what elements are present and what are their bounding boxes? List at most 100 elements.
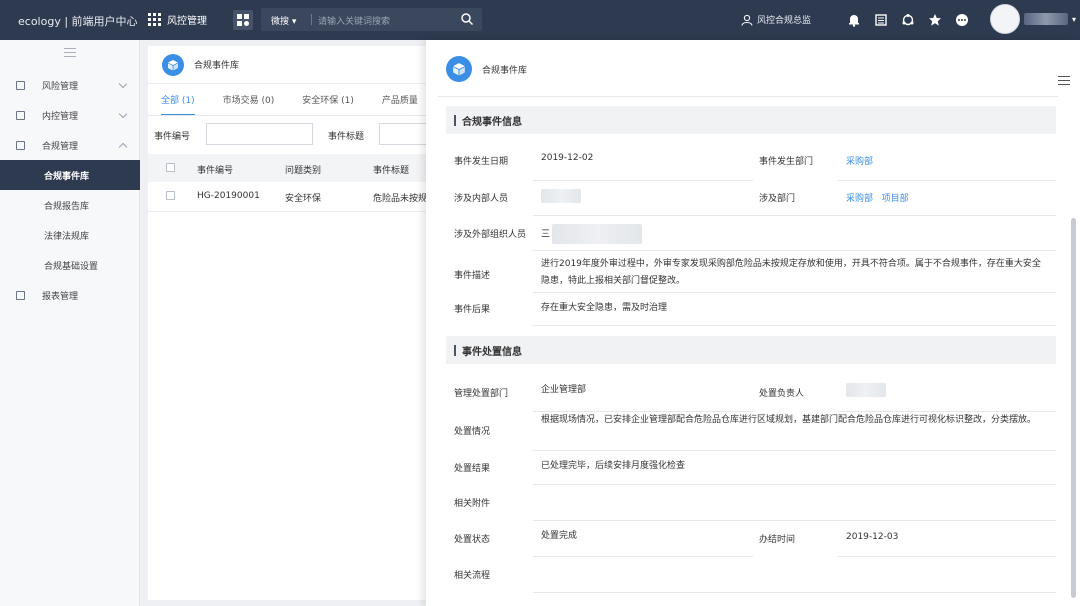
app-switcher[interactable]: 风控管理 <box>148 12 207 27</box>
select-all-checkbox[interactable] <box>166 163 175 172</box>
detail-header: 合规事件库 <box>426 40 1080 98</box>
divider <box>533 180 753 181</box>
module-icon <box>16 290 25 300</box>
filter-code-label: 事件编号 <box>154 132 191 142</box>
star-icon[interactable] <box>927 12 943 28</box>
column-header[interactable]: 事件标题 <box>373 163 409 176</box>
module-icon <box>16 110 25 120</box>
search-input[interactable]: 请输入关键词搜索 <box>318 14 390 27</box>
event-list-panel: 合规事件库 全部 (1) 市场交易 (0) 安全环保 (1) 产品质量 事件编号… <box>148 46 439 600</box>
event-title[interactable]: 危险品未按规 <box>373 191 427 204</box>
row-attachment: 相关附件 <box>446 496 1056 522</box>
sidebar-item-label: 风险管理 <box>42 81 79 92</box>
field-label: 事件发生日期 <box>454 157 509 167</box>
section-event-info: 合规事件信息 <box>446 106 1056 134</box>
handling-value: 根据现场情况，已安排企业管理部配合危险品仓库进行区域规划，基建部门配合危险品仓库… <box>541 415 1037 425</box>
sidebar-menu: 风险管理 内控管理 合规管理 合规事件库 合规报告库 法律法规库 合规基础设置 … <box>0 70 140 310</box>
event-code-input[interactable] <box>206 123 313 145</box>
tab-market[interactable]: 市场交易 (0) <box>223 93 275 106</box>
sidebar-item-label: 内控管理 <box>42 111 79 122</box>
sync-icon[interactable] <box>900 12 916 28</box>
divider <box>533 250 1056 251</box>
module-icon <box>16 140 25 150</box>
avatar[interactable] <box>990 4 1020 34</box>
more-icon[interactable] <box>954 12 970 28</box>
occur-dept-link[interactable]: 采购部 <box>846 154 873 167</box>
field-label: 处置状态 <box>454 535 491 545</box>
sidebar-item-basic-settings[interactable]: 合规基础设置 <box>0 250 140 280</box>
field-label: 办结时间 <box>759 535 796 545</box>
chevron-down-icon: ▾ <box>1072 14 1077 24</box>
external-people-value: 三 <box>541 224 643 244</box>
table-row[interactable]: HG-20190001 安全环保 危险品未按规 <box>148 182 433 212</box>
divider <box>533 215 1056 216</box>
column-header[interactable]: 事件编号 <box>197 163 233 176</box>
handle-dept-link[interactable]: 企业管理部 <box>541 382 586 399</box>
dept-link-project[interactable]: 项目部 <box>882 194 909 204</box>
field-label: 涉及内部人员 <box>454 194 509 204</box>
sidebar-item-regulations[interactable]: 法律法规库 <box>0 220 140 250</box>
event-category: 安全环保 <box>285 194 322 204</box>
inbox-icon[interactable] <box>873 12 889 28</box>
chevron-down-icon: ▾ <box>291 17 297 27</box>
tab-quality[interactable]: 产品质量 <box>382 93 418 106</box>
sidebar-item-compliance-reports[interactable]: 合规报告库 <box>0 190 140 220</box>
search-icon[interactable] <box>460 12 474 26</box>
row-internal-people: 涉及内部人员 涉及部门 采购部 项目部 <box>446 188 1056 217</box>
field-label: 事件后果 <box>454 305 491 315</box>
chevron-up-icon <box>118 142 128 152</box>
sidebar-item-label: 合规管理 <box>42 141 79 152</box>
row-occur-date: 事件发生日期 2019-12-02 事件发生部门 采购部 <box>446 153 1056 180</box>
user-menu[interactable]: ▾ <box>990 4 1076 34</box>
field-label: 事件描述 <box>454 271 491 281</box>
done-time-value: 2019-12-03 <box>846 532 899 542</box>
app-name: 风控管理 <box>167 16 207 27</box>
divider <box>838 180 1056 181</box>
field-label: 相关流程 <box>454 571 491 581</box>
column-header[interactable]: 问题类别 <box>285 163 321 176</box>
dept-link-purchase[interactable]: 采购部 <box>846 194 873 204</box>
consequence-value: 存在重大安全隐患，需及时治理 <box>541 303 668 313</box>
page-title: 合规事件库 <box>194 61 240 71</box>
divider <box>533 450 1056 451</box>
detail-scrollbar[interactable] <box>1071 218 1076 598</box>
section-handling-info: 事件处置信息 <box>446 336 1056 364</box>
sidebar-item-risk[interactable]: 风险管理 <box>0 70 140 100</box>
cube-icon <box>446 56 472 82</box>
tab-all[interactable]: 全部 (1) <box>161 93 195 115</box>
field-label: 涉及外部组织人员 <box>454 230 527 240</box>
sidebar-item-internal-control[interactable]: 内控管理 <box>0 100 140 130</box>
search-scope-dropdown[interactable]: 微搜 ▾ <box>271 14 296 27</box>
sidebar-collapse-icon[interactable] <box>64 48 76 60</box>
tab-safety[interactable]: 安全环保 (1) <box>302 93 354 106</box>
sidebar-item-reports[interactable]: 报表管理 <box>0 280 140 310</box>
row-consequence: 事件后果 存在重大安全隐患，需及时治理 <box>446 300 1056 326</box>
field-label: 处置负责人 <box>759 389 805 399</box>
search-divider <box>311 14 312 25</box>
divider <box>838 556 1056 557</box>
detail-title: 合规事件库 <box>482 65 528 76</box>
role-name: 风控合规总监 <box>757 16 812 26</box>
module-icon <box>16 80 25 90</box>
sidebar-item-compliance[interactable]: 合规管理 <box>0 130 140 160</box>
global-search[interactable]: 微搜 ▾ 请输入关键词搜索 <box>261 8 482 31</box>
field-label: 管理处置部门 <box>454 389 509 399</box>
top-navigation-bar: ecology | 前端用户中心 风控管理 微搜 ▾ 请输入关键词搜索 风控合规… <box>0 0 1080 40</box>
event-code: HG-20190001 <box>197 191 260 201</box>
field-label: 事件发生部门 <box>759 157 814 167</box>
result-value: 已处理完毕，后续安排月度强化检查 <box>541 461 686 471</box>
user-name-redacted <box>1024 13 1068 25</box>
role-switcher[interactable]: 风控合规总监 <box>741 13 811 26</box>
brand-logo[interactable]: ecology | 前端用户中心 <box>18 13 138 29</box>
filter-title-label: 事件标题 <box>328 132 365 142</box>
sidebar-item-compliance-events[interactable]: 合规事件库 <box>0 160 140 190</box>
handler-redacted <box>846 383 886 397</box>
list-menu-icon[interactable] <box>1058 76 1070 88</box>
chevron-down-icon <box>118 109 128 119</box>
divider <box>533 484 1056 485</box>
bell-icon[interactable] <box>846 12 862 28</box>
divider <box>533 592 1056 593</box>
row-checkbox[interactable] <box>166 191 175 200</box>
module-switch-button[interactable] <box>233 10 253 30</box>
row-description: 事件描述 进行2019年度外审过程中，外审专家发现采购部危险品未按规定存放和使用… <box>446 256 1056 292</box>
